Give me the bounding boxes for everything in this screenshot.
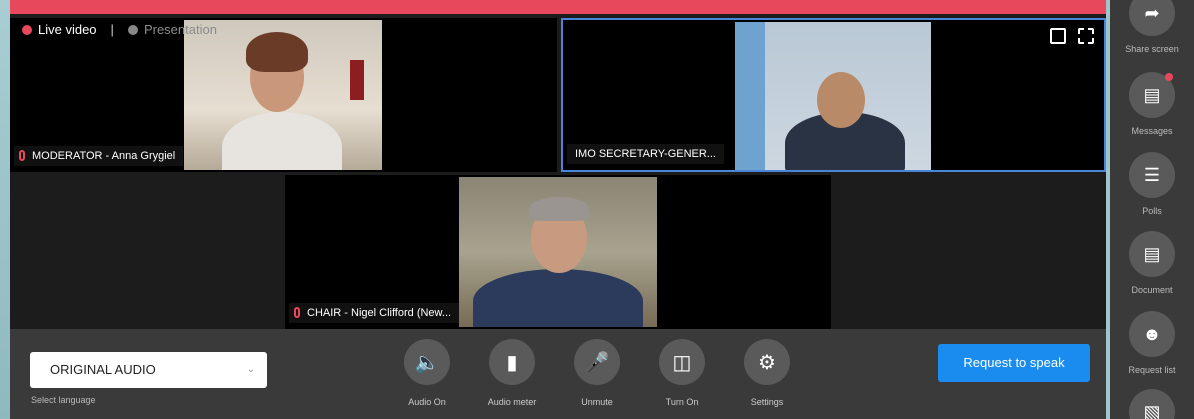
red-book [350, 60, 364, 100]
message-icon: ▤ [1129, 72, 1175, 118]
moderator-hair [246, 32, 308, 72]
fullscreen-icon[interactable] [1078, 28, 1094, 44]
video-stage: MODERATOR - Anna Grygiel IMO SECRETARY-G… [10, 14, 1106, 329]
audio-meter-label: Audio meter [487, 397, 537, 407]
turn-on-label: Turn On [665, 397, 699, 407]
secretary-head [817, 72, 865, 128]
chair-hair [529, 197, 589, 221]
mic-muted-icon [19, 150, 25, 161]
messages-label: Messages [1131, 126, 1173, 136]
share-screen-button[interactable]: ➦ Share screen [1110, 0, 1194, 54]
unmute-label: Unmute [581, 397, 613, 407]
messages-button[interactable]: ▤ Messages [1110, 72, 1194, 136]
secretary-general-video [735, 22, 931, 170]
speaker-icon: 🔈 [404, 339, 450, 385]
video-tile-moderator[interactable]: MODERATOR - Anna Grygiel [10, 18, 557, 172]
document-button[interactable]: ▤ Document [1110, 231, 1194, 295]
language-value: ORIGINAL AUDIO [50, 362, 156, 377]
moderator-video [184, 20, 382, 170]
language-label: Select language [31, 395, 96, 405]
caption-chair: CHAIR - Nigel Clifford (New... [289, 303, 460, 323]
unmute-button[interactable]: 🎤 Unmute [562, 339, 632, 407]
view-toggle: Live video | Presentation [22, 22, 217, 37]
camera-button[interactable]: ◫ Turn On [647, 339, 717, 407]
separator: | [110, 22, 114, 37]
stamp-icon: ▧ [1129, 389, 1175, 419]
audio-meter-button[interactable]: ▮ Audio meter [477, 339, 547, 407]
audio-on-label: Audio On [408, 397, 446, 407]
notification-badge [1165, 73, 1173, 81]
live-indicator-icon [22, 24, 32, 35]
camera-icon: ◫ [659, 339, 705, 385]
video-tile-chair[interactable]: CHAIR - Nigel Clifford (New... [285, 175, 831, 329]
document-icon: ▤ [1129, 231, 1175, 277]
gear-icon: ⚙ [744, 339, 790, 385]
polls-button[interactable]: ☰ Polls [1110, 152, 1194, 216]
chair-body [473, 269, 643, 327]
document-label: Document [1131, 285, 1173, 295]
microphone-icon: 🎤 [574, 339, 620, 385]
caption-text: MODERATOR - Anna Grygiel [32, 150, 176, 162]
moderator-body [222, 112, 342, 170]
mic-muted-icon [294, 307, 300, 318]
settings-button[interactable]: ⚙ Settings [732, 339, 802, 407]
settings-label: Settings [750, 397, 784, 407]
polls-icon: ☰ [1129, 152, 1175, 198]
control-bar: ORIGINAL AUDIO ⌄ Select language 🔈 Audio… [10, 329, 1106, 419]
polls-label: Polls [1142, 206, 1162, 216]
share-screen-icon: ➦ [1129, 0, 1175, 36]
right-sidebar: ➦ Share screen ▤ Messages ☰ Polls ▤ Docu… [1110, 0, 1194, 419]
un-flag [735, 22, 765, 170]
request-list-label: Request list [1128, 365, 1176, 375]
share-screen-label: Share screen [1125, 44, 1179, 54]
language-select[interactable]: ORIGINAL AUDIO ⌄ [30, 352, 267, 388]
top-accent-bar [10, 0, 1106, 14]
caption-text: IMO SECRETARY-GENER... [575, 148, 716, 160]
background-edge [0, 0, 10, 419]
caption-secretary-general: IMO SECRETARY-GENER... [567, 144, 724, 164]
chevron-down-icon: ⌄ [246, 364, 255, 375]
request-list-button[interactable]: ☻ Request list [1110, 311, 1194, 375]
picture-in-picture-icon[interactable] [1050, 28, 1066, 44]
user-list-icon: ☻ [1129, 311, 1175, 357]
audio-on-button[interactable]: 🔈 Audio On [392, 339, 462, 407]
caption-moderator: MODERATOR - Anna Grygiel [14, 146, 184, 166]
caption-text: CHAIR - Nigel Clifford (New... [307, 307, 452, 319]
presentation-tab[interactable]: Presentation [144, 22, 217, 37]
additional-button[interactable]: ▧ [1110, 389, 1194, 419]
audio-meter-icon: ▮ [489, 339, 535, 385]
video-tile-secretary-general[interactable]: IMO SECRETARY-GENER... [561, 18, 1106, 172]
live-video-tab[interactable]: Live video [38, 22, 97, 37]
presentation-indicator-icon [127, 24, 138, 35]
tile-controls [1050, 28, 1094, 44]
chair-video [459, 177, 657, 327]
request-to-speak-button[interactable]: Request to speak [938, 344, 1090, 382]
